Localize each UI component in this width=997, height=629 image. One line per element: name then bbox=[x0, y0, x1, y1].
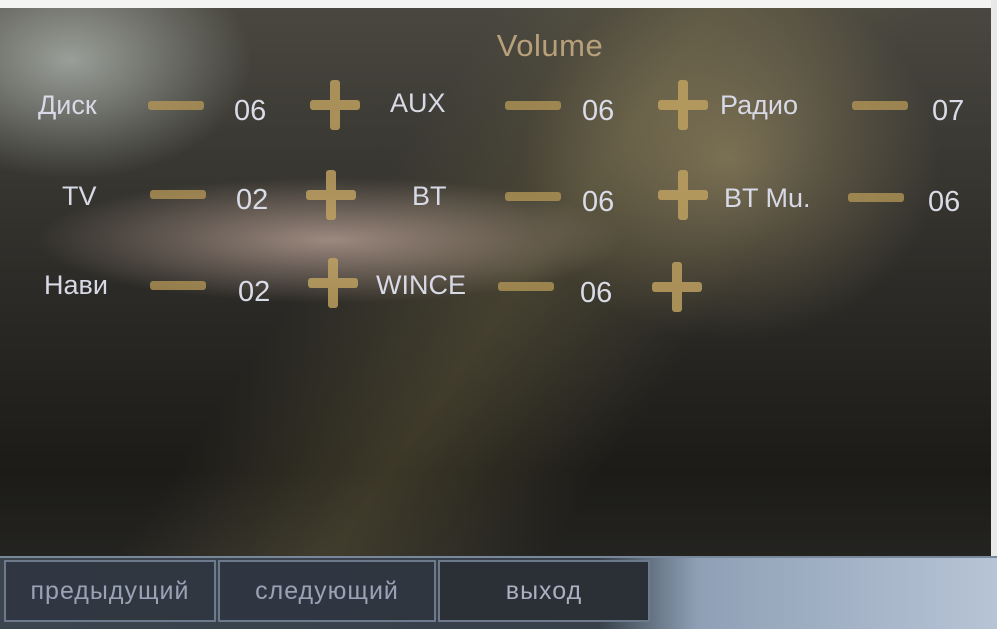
disc-plus-icon[interactable] bbox=[310, 80, 360, 130]
screen-bezel-top bbox=[0, 0, 997, 8]
channel-label-wince: WINCE bbox=[376, 270, 466, 300]
next-button[interactable]: следующий bbox=[218, 560, 436, 622]
bt-music-minus-icon[interactable] bbox=[848, 193, 904, 202]
navi-plus-icon[interactable] bbox=[308, 258, 358, 308]
channel-label-bt: BT bbox=[412, 181, 447, 211]
tv-minus-icon[interactable] bbox=[150, 190, 206, 199]
tv-plus-icon[interactable] bbox=[306, 170, 356, 220]
channel-value-navi: 02 bbox=[238, 276, 271, 308]
channel-label-navi: Нави bbox=[44, 270, 108, 300]
channel-label-bt-music: BT Mu. bbox=[724, 183, 811, 213]
volume-screen: Volume Диск 06 AUX 06 Радио 07 TV 02 BT … bbox=[0, 0, 997, 629]
screen-bezel-right bbox=[991, 0, 997, 629]
page-title: Volume bbox=[496, 28, 604, 63]
channel-label-aux: AUX bbox=[390, 88, 446, 118]
exit-button[interactable]: выход bbox=[438, 560, 650, 622]
aux-minus-icon[interactable] bbox=[505, 101, 561, 110]
channel-value-tv: 02 bbox=[236, 184, 269, 216]
channel-value-bt-music: 06 bbox=[928, 186, 961, 218]
bt-plus-icon[interactable] bbox=[658, 170, 708, 220]
bt-minus-icon[interactable] bbox=[505, 192, 561, 201]
channel-value-radio: 07 bbox=[932, 95, 965, 127]
channel-value-bt: 06 bbox=[582, 186, 615, 218]
channel-value-aux: 06 bbox=[582, 95, 615, 127]
navi-minus-icon[interactable] bbox=[150, 281, 206, 290]
disc-minus-icon[interactable] bbox=[148, 101, 204, 110]
channel-label-disc: Диск bbox=[38, 90, 97, 120]
wince-plus-icon[interactable] bbox=[652, 262, 702, 312]
radio-minus-icon[interactable] bbox=[852, 101, 908, 110]
wince-minus-icon[interactable] bbox=[498, 282, 554, 291]
previous-button[interactable]: предыдущий bbox=[4, 560, 216, 622]
channel-label-tv: TV bbox=[62, 181, 97, 211]
aux-plus-icon[interactable] bbox=[658, 80, 708, 130]
channel-value-wince: 06 bbox=[580, 277, 613, 309]
channel-value-disc: 06 bbox=[234, 95, 267, 127]
channel-label-radio: Радио bbox=[720, 90, 798, 120]
